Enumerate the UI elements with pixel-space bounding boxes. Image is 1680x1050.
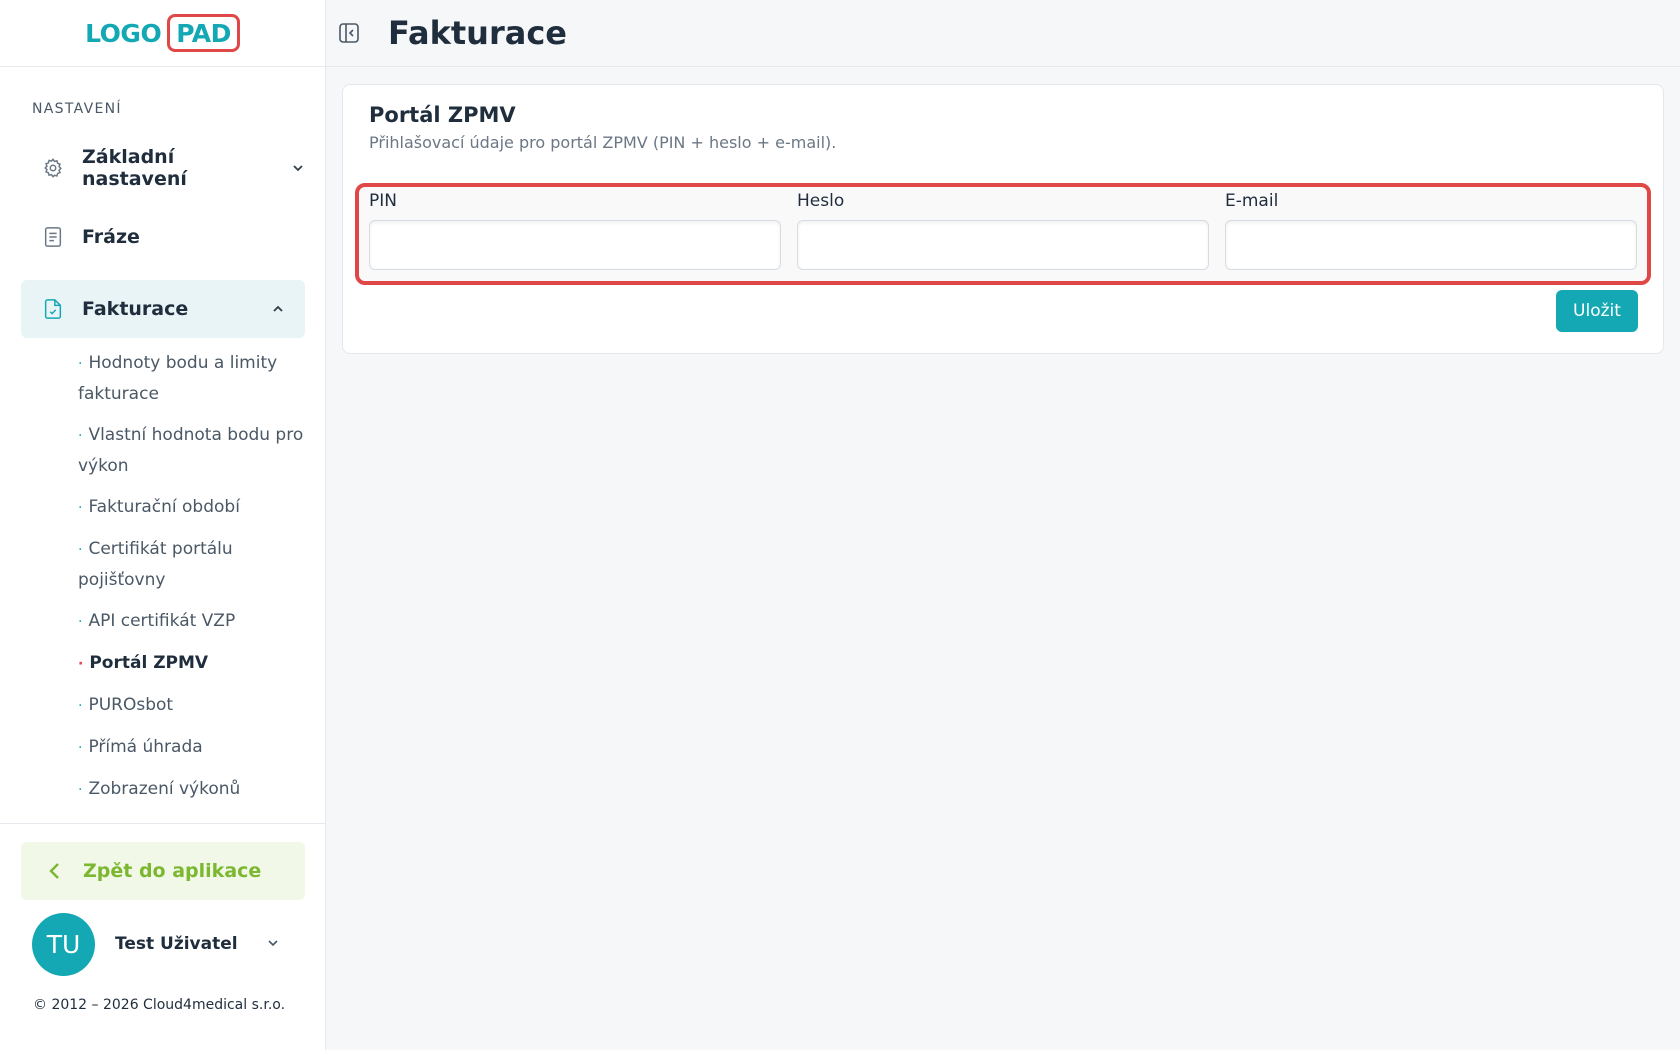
save-button[interactable]: Uložit [1556,290,1638,332]
subnav-item-label: PUROsbot [88,695,174,715]
chevron-down-icon [291,161,305,175]
subnav-item-label: Zobrazení výkonů [88,779,241,799]
logo-text-right: PAD [167,14,240,52]
bullet-icon: · [78,356,83,372]
subnav-item-certifikat-portalu[interactable]: · Certifikát portálu pojišťovny [78,534,308,595]
subnav-item-label: Certifikát portálu pojišťovny [78,539,233,590]
back-to-app-button[interactable]: Zpět do aplikace [21,842,305,900]
sidebar-toggle-icon[interactable] [336,20,362,46]
user-menu[interactable]: TU Test Uživatel [32,912,292,976]
sidebar-item-zakladni-nastaveni[interactable]: Základní nastavení [21,139,305,197]
subnav-item-prima-uhrada[interactable]: · Přímá úhrada [78,732,308,763]
gear-icon [42,157,64,179]
email-label: E-mail [1225,191,1279,211]
logo-text-left: LOGO [85,18,162,48]
bullet-icon: · [78,428,83,444]
subnav-item-label: Přímá úhrada [88,737,203,757]
chevron-down-icon [266,936,280,950]
sidebar-section-title: NASTAVENÍ [32,101,122,117]
sidebar-subnav: · Hodnoty bodu a limity fakturace · Vlastn… [78,348,308,816]
subnav-item-vlastni-hodnota[interactable]: · Vlastní hodnota bodu pro výkon [78,420,308,481]
bullet-icon: · [78,740,83,756]
sidebar-item-fraze[interactable]: Fráze [21,208,305,266]
sidebar: LOGO PAD NASTAVENÍ Základní nastavení Fr… [0,0,326,1050]
subnav-item-api-certifikat[interactable]: · API certifikát VZP [78,606,308,637]
pin-input[interactable] [369,220,781,270]
bullet-icon: · [78,614,83,630]
bullet-icon: · [78,656,84,672]
portal-zpmv-card: Portál ZPMV Přihlašovací údaje pro portá… [342,84,1664,354]
pin-label: PIN [369,191,397,211]
page-header: Fakturace [326,0,1680,67]
avatar: TU [32,912,95,976]
card-title: Portál ZPMV [369,103,516,127]
subnav-item-label: Hodnoty bodu a limity fakturace [78,353,278,404]
pin-field-group: PIN [369,191,781,270]
logo-bar: LOGO PAD [0,0,325,67]
document-icon [42,226,64,248]
email-field-group: E-mail [1225,191,1637,270]
chevron-left-icon [45,861,65,881]
bullet-icon: · [78,500,83,516]
subnav-item-label: Fakturační období [88,497,240,517]
subnav-item-fakturacni-obdobi[interactable]: · Fakturační období [78,492,308,523]
subnav-item-portal-zpmv[interactable]: · Portál ZPMV [78,648,308,679]
password-field-group: Heslo [797,191,1209,270]
sidebar-item-label: Základní nastavení [82,146,187,190]
subnav-item-label: API certifikát VZP [88,611,236,631]
page-title: Fakturace [388,14,567,52]
subnav-item-hodnoty-bodu[interactable]: · Hodnoty bodu a limity fakturace [78,348,308,409]
copyright: © 2012 – 2026 Cloud4medical s.r.o. [33,997,286,1013]
back-to-app-label: Zpět do aplikace [83,860,262,882]
invoice-icon [42,298,64,320]
email-input[interactable] [1225,220,1637,270]
logo[interactable]: LOGO PAD [85,14,240,52]
sidebar-item-label: Fráze [82,226,140,248]
card-subtitle: Přihlašovací údaje pro portál ZPMV (PIN … [369,133,837,152]
password-label: Heslo [797,191,845,211]
subnav-item-label: Portál ZPMV [89,653,209,673]
bullet-icon: · [78,698,83,714]
subnav-item-label: Vlastní hodnota bodu pro výkon [78,425,304,476]
divider [0,823,326,824]
bullet-icon: · [78,782,83,798]
subnav-item-purobot[interactable]: · PUROsbot [78,690,308,721]
bullet-icon: · [78,542,83,558]
sidebar-item-fakturace[interactable]: Fakturace [21,280,305,338]
subnav-item-zobrazeni-vykonu[interactable]: · Zobrazení výkonů [78,774,308,805]
password-input[interactable] [797,220,1209,270]
chevron-up-icon [271,302,285,316]
user-name: Test Uživatel [115,934,238,954]
sidebar-item-label: Fakturace [82,298,189,320]
